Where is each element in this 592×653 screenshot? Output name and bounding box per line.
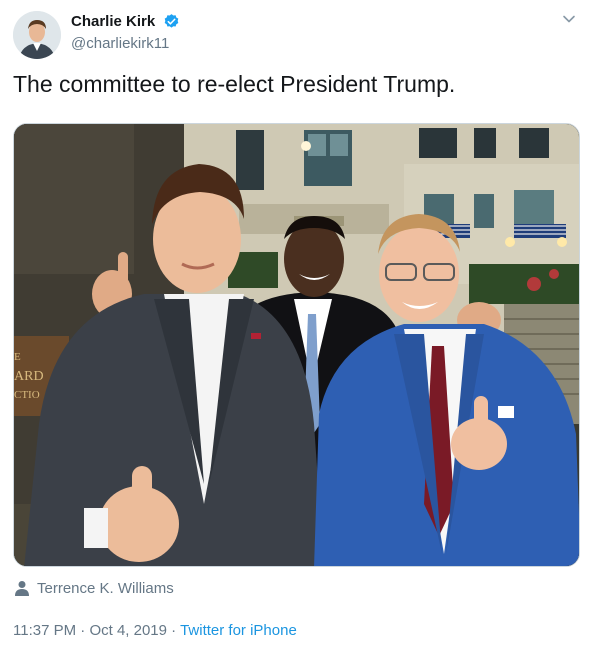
- tagged-user-name[interactable]: Terrence K. Williams: [37, 580, 174, 597]
- verified-badge-icon: [163, 13, 180, 30]
- author-block[interactable]: Charlie Kirk @charliekirk11: [71, 13, 180, 52]
- sign-letter-1: E: [14, 351, 21, 363]
- tweet-time[interactable]: 11:37 PM: [13, 622, 76, 639]
- meta-separator: ·: [171, 622, 177, 639]
- sign-letter-3: CTIO: [14, 389, 40, 401]
- avatar[interactable]: [13, 11, 61, 59]
- tweet-meta: 11:37 PM · Oct 4, 2019 · Twitter for iPh…: [13, 622, 297, 639]
- tweet-source-link[interactable]: Twitter for iPhone: [180, 622, 297, 639]
- tweet-text: The committee to re-elect President Trum…: [13, 71, 456, 97]
- meta-separator: ·: [80, 622, 86, 639]
- tagged-user[interactable]: Terrence K. Williams: [15, 578, 174, 598]
- tweet-photo[interactable]: E ARD CTIO: [13, 123, 580, 567]
- chevron-down-icon[interactable]: [561, 11, 577, 27]
- tweet-header: Charlie Kirk @charliekirk11: [13, 11, 579, 59]
- person-icon: [15, 580, 29, 596]
- handle[interactable]: @charliekirk11: [71, 35, 180, 52]
- sign-letter-2: ARD: [14, 369, 44, 384]
- display-name[interactable]: Charlie Kirk: [71, 13, 155, 30]
- tweet: Charlie Kirk @charliekirk11 The committe…: [0, 0, 592, 653]
- tweet-date[interactable]: Oct 4, 2019: [89, 622, 167, 639]
